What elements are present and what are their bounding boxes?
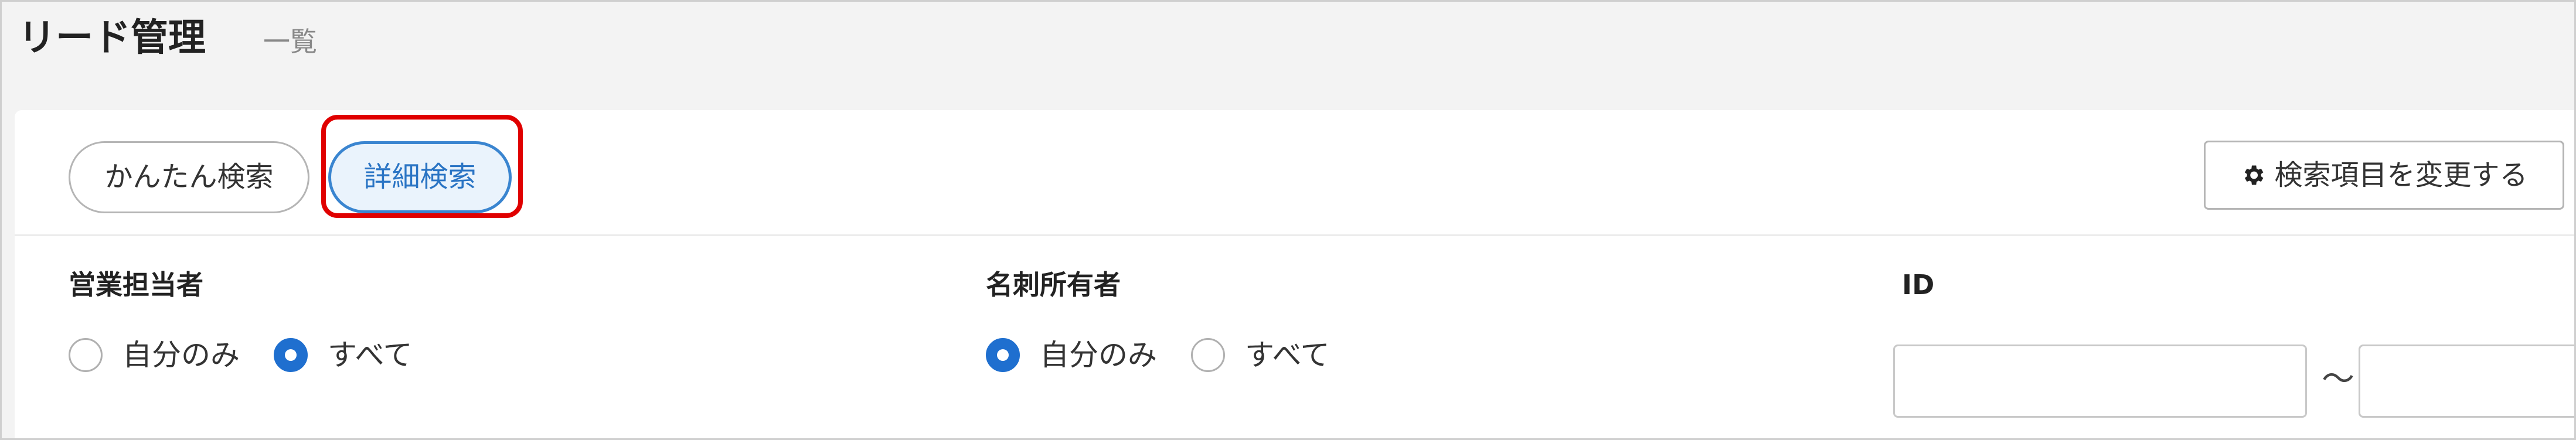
sales-rep-filter: 営業担当者 自分のみ すべて xyxy=(69,268,413,372)
card-owner-option-mine[interactable]: 自分のみ xyxy=(986,337,1157,373)
change-search-fields-label: 検索項目を変更する xyxy=(2274,159,2528,192)
id-filter: ID xyxy=(1902,268,1934,301)
card-owner-label: 名刺所有者 xyxy=(986,269,1121,301)
change-search-fields-button[interactable]: 検索項目を変更する xyxy=(2204,141,2564,210)
radio-label: すべて xyxy=(328,338,413,372)
app-frame: リード管理 一覧 かんたん検索 詳細検索 検索項目を変更する 営業担当者 自分の… xyxy=(0,0,2576,440)
radio-button-checked[interactable] xyxy=(274,338,308,372)
id-to-input[interactable] xyxy=(2359,345,2574,418)
page-title: リード管理 xyxy=(18,16,206,60)
tab-simple-search[interactable]: かんたん検索 xyxy=(69,141,309,213)
sales-rep-option-all[interactable]: すべて xyxy=(274,337,413,373)
card-owner-option-all[interactable]: すべて xyxy=(1191,337,1330,373)
page-header: リード管理 一覧 xyxy=(2,2,2574,110)
range-separator: ～ xyxy=(2322,360,2354,398)
radio-button[interactable] xyxy=(1191,338,1225,372)
sales-rep-option-mine[interactable]: 自分のみ xyxy=(69,337,240,373)
radio-button-checked[interactable] xyxy=(986,338,1020,372)
page-subtitle: 一覧 xyxy=(263,26,317,57)
radio-button[interactable] xyxy=(69,338,103,372)
radio-label: 自分のみ xyxy=(1040,338,1157,372)
id-label: ID xyxy=(1902,269,1935,301)
id-from-input[interactable] xyxy=(1893,345,2307,418)
card-owner-filter: 名刺所有者 自分のみ すべて xyxy=(986,268,1330,372)
sales-rep-label: 営業担当者 xyxy=(69,269,203,301)
radio-label: 自分のみ xyxy=(122,338,240,372)
tab-detailed-search[interactable]: 詳細検索 xyxy=(328,141,512,213)
gear-icon xyxy=(2245,165,2264,185)
sales-rep-radio-group: 自分のみ すべて xyxy=(69,337,447,373)
card-owner-radio-group: 自分のみ すべて xyxy=(986,337,1364,373)
radio-label: すべて xyxy=(1245,338,1330,372)
search-tab-bar: かんたん検索 詳細検索 検索項目を変更する xyxy=(15,110,2574,236)
